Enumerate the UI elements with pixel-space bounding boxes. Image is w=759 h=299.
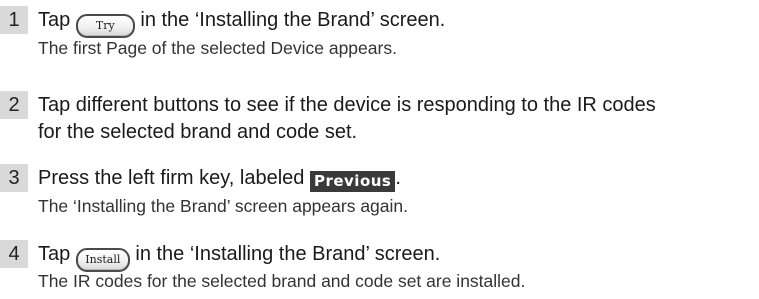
instruction-text: . xyxy=(395,167,401,189)
instruction-text: in the ‘Installing the Brand’ screen. xyxy=(134,9,446,31)
step-instruction: Press the left firm key, labeled Previou… xyxy=(38,164,401,192)
step-instruction-line-2: for the selected brand and code set. xyxy=(38,121,358,143)
instruction-text: Tap xyxy=(38,243,76,265)
step-instruction-line-1: Tap different buttons to see if the devi… xyxy=(38,94,656,116)
step-number: 1 xyxy=(0,6,28,34)
step-instruction: Tap Install in the ‘Installing the Brand… xyxy=(38,240,440,272)
install-button-label: Install xyxy=(85,253,121,266)
try-button-label: Try xyxy=(95,19,115,32)
step-result: The first Page of the selected Device ap… xyxy=(38,38,397,58)
step-number: 4 xyxy=(0,240,28,268)
instruction-text: Press the left firm key, labeled xyxy=(38,167,310,189)
step-result: The IR codes for the selected brand and … xyxy=(38,271,526,291)
step-result: The ‘Installing the Brand’ screen appear… xyxy=(38,196,408,216)
try-button-icon: Try xyxy=(75,14,135,38)
instruction-text: in the ‘Installing the Brand’ screen. xyxy=(129,243,441,265)
step-number: 3 xyxy=(0,164,28,192)
instruction-text: Tap xyxy=(38,9,76,31)
previous-firm-key-label: Previous xyxy=(309,171,396,192)
step-number: 2 xyxy=(0,91,28,119)
step-instruction: Tap Try in the ‘Installing the Brand’ sc… xyxy=(38,6,445,38)
